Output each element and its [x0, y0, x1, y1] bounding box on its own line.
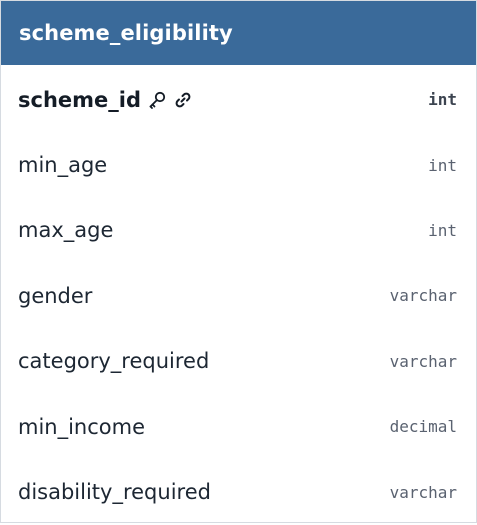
column-row-min-income[interactable]: min_income decimal [1, 394, 476, 459]
column-type: int [428, 155, 457, 175]
column-row-gender[interactable]: gender varchar [1, 263, 476, 328]
column-name-wrapper: scheme_id [18, 88, 193, 112]
column-name: min_age [18, 153, 108, 178]
entity-table[interactable]: scheme_eligibility scheme_id int min_age… [0, 0, 477, 523]
key-icon [147, 90, 167, 110]
column-type: int [428, 220, 457, 240]
column-type: int [428, 90, 457, 110]
column-type: varchar [389, 286, 457, 306]
column-type: decimal [389, 417, 457, 437]
column-row-scheme-id[interactable]: scheme_id int [1, 67, 476, 132]
column-list: scheme_id int min_age int max_age int ge… [1, 65, 476, 525]
column-name: scheme_id [18, 87, 141, 112]
column-row-min-age[interactable]: min_age int [1, 132, 476, 197]
column-row-disability-required[interactable]: disability_required varchar [1, 459, 476, 524]
column-row-max-age[interactable]: max_age int [1, 198, 476, 263]
column-row-category-required[interactable]: category_required varchar [1, 329, 476, 394]
column-type: varchar [389, 482, 457, 502]
link-icon [173, 90, 193, 110]
table-header[interactable]: scheme_eligibility [1, 1, 476, 65]
table-title: scheme_eligibility [19, 21, 233, 45]
column-name: min_income [18, 414, 146, 439]
column-type: varchar [389, 351, 457, 371]
column-name: gender [18, 283, 93, 308]
column-name: category_required [18, 349, 210, 374]
column-name: max_age [18, 218, 114, 243]
column-name: disability_required [18, 480, 211, 505]
